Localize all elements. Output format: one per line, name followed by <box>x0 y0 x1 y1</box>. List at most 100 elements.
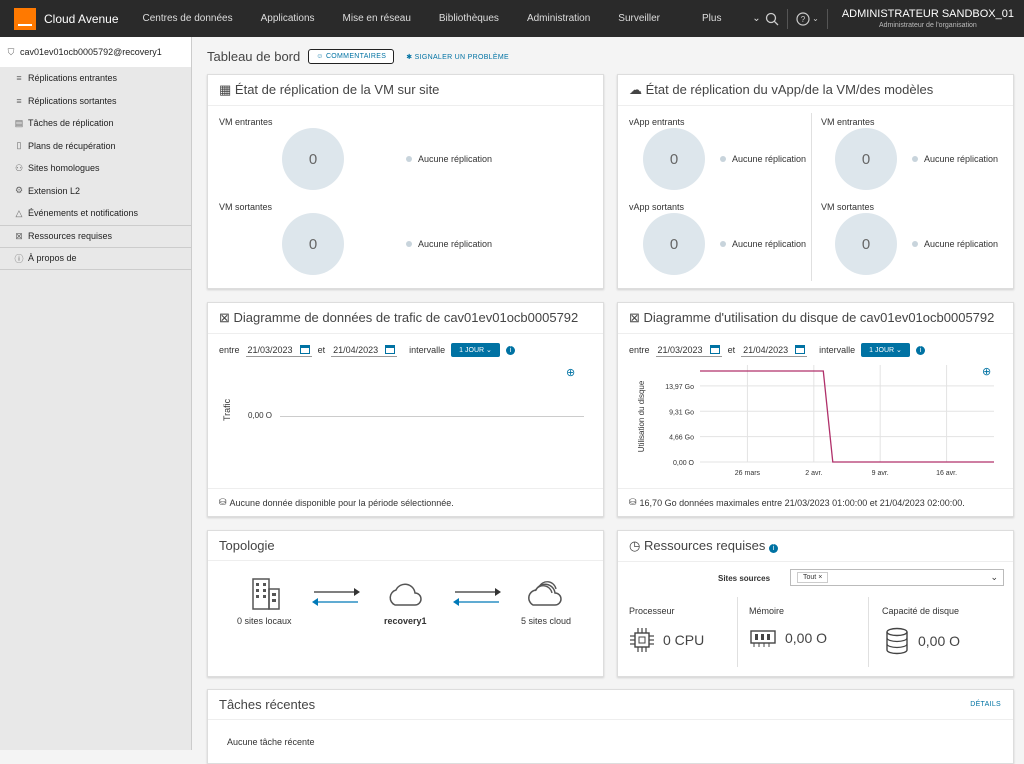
card-title: Topologie <box>208 531 603 561</box>
calendar-icon[interactable] <box>795 345 806 354</box>
info-icon: ⓘ <box>14 253 24 264</box>
sidebar-item-events[interactable]: △ Événements et notifications <box>0 202 191 225</box>
date-range: entre 21/03/2023 et 21/04/2023 intervall… <box>219 343 515 357</box>
vapp-replication-card: ☁ État de réplication du vApp/de la VM/d… <box>617 74 1014 289</box>
legend-item: Aucune réplication <box>720 154 806 164</box>
sidebar-item-outgoing-replications[interactable]: ≡ Réplications sortantes <box>0 90 191 113</box>
shield-check-icon: ⛉ <box>7 46 15 57</box>
cloud-icon <box>389 583 422 606</box>
sites-icon: ⚇ <box>14 162 24 173</box>
calendar-icon[interactable] <box>385 345 396 354</box>
y-axis-label: Utilisation du disque <box>637 380 646 452</box>
incoming-vm-label: VM entrantes <box>219 117 273 127</box>
cpu-value: 0 CPU <box>629 627 704 653</box>
baseline <box>280 416 584 417</box>
date-range: entre 21/03/2023 et 21/04/2023 intervall… <box>629 343 925 357</box>
legend-item: Aucune réplication <box>912 154 998 164</box>
topology-card: Topologie 0 sites locaux recovery1 5 sit… <box>207 530 604 677</box>
sidebar-item-about[interactable]: ⓘ À propos de <box>0 247 191 270</box>
chevron-down-icon[interactable]: ⌄ <box>990 572 998 583</box>
x-tick-label: 26 mars <box>735 470 761 477</box>
sync-arrows-icon <box>312 588 360 606</box>
sidebar-item-recovery-plans[interactable]: ▯ Plans de récupération <box>0 135 191 158</box>
nav-libraries[interactable]: Bibliothèques <box>425 13 513 24</box>
list-out-icon: ≡ <box>16 95 22 106</box>
outgoing-vapp-donut[interactable]: 0 <box>643 213 705 275</box>
comments-button[interactable]: ☺ COMMENTAIRES <box>308 49 395 64</box>
nav-administration[interactable]: Administration <box>513 13 604 24</box>
extension-icon: ⚙ <box>14 185 24 196</box>
info-icon[interactable]: i <box>915 345 925 355</box>
card-title: Diagramme de données de trafic de cav01e… <box>233 310 579 325</box>
vm-replication-card: ▦ État de réplication de la VM sur site … <box>207 74 604 289</box>
chevron-down-icon: ⌄ <box>812 14 819 23</box>
source-sites-label: Sites sources <box>718 574 771 583</box>
database-icon <box>886 627 908 655</box>
calendar-icon[interactable] <box>709 345 720 354</box>
nav-networking[interactable]: Mise en réseau <box>329 13 425 24</box>
close-icon[interactable]: × <box>818 574 822 581</box>
zoom-in-icon[interactable]: ⊕ <box>982 365 991 378</box>
multi-cloud-icon <box>528 581 562 606</box>
y-tick-label: 4,66 Go <box>669 435 694 442</box>
x-tick-label: 9 avr. <box>872 470 889 477</box>
y-axis-label: Trafic <box>222 398 232 421</box>
user-menu[interactable]: ADMINISTRATEUR SANDBOX_01 Administrateur… <box>836 8 1024 29</box>
incoming-vm-donut[interactable]: 0 <box>282 128 344 190</box>
info-icon[interactable]: i <box>505 345 515 355</box>
card-title: État de réplication du vApp/de la VM/des… <box>645 82 934 97</box>
disk-footer: ⛁ 16,70 Go données maximales entre 21/03… <box>618 488 1013 516</box>
storage-icon: ⛁ <box>219 497 227 507</box>
nav-monitor[interactable]: Surveiller <box>604 13 674 24</box>
nav-applications[interactable]: Applications <box>247 13 329 24</box>
start-date-field[interactable]: 21/03/2023 <box>245 344 312 357</box>
card-title: Tâches récentes <box>208 690 1013 720</box>
outgoing-vm-donut[interactable]: 0 <box>282 213 344 275</box>
interval-dropdown[interactable]: 1 JOUR ⌄ <box>861 343 910 357</box>
sidebar-item-site[interactable]: ⛉ cav01ev01ocb0005792@recovery1 <box>0 37 191 67</box>
main-nav: Centres de données Applications Mise en … <box>129 13 789 24</box>
sidebar-item-l2-extension[interactable]: ⚙ Extension L2 <box>0 180 191 203</box>
card-title: Ressources requises <box>643 538 766 553</box>
calendar-icon[interactable] <box>299 345 310 354</box>
end-date-field[interactable]: 21/04/2023 <box>741 344 808 357</box>
sidebar-item-incoming-replications[interactable]: ≡ Réplications entrantes <box>0 67 191 90</box>
app-name[interactable]: Cloud Avenue <box>44 12 119 26</box>
y-tick-label: 0,00 O <box>673 460 695 467</box>
traffic-footer: ⛁ Aucune donnée disponible pour la pério… <box>208 488 603 516</box>
y-tick-label: 0,00 O <box>248 411 273 420</box>
info-icon[interactable]: i <box>768 544 778 553</box>
sidebar-item-peer-sites[interactable]: ⚇ Sites homologues <box>0 157 191 180</box>
local-sites-label: 0 sites locaux <box>237 616 292 626</box>
sidebar-item-replication-tasks[interactable]: ▤ Tâches de réplication <box>0 112 191 135</box>
cloud-sync-icon: ☁ <box>629 82 642 97</box>
start-date-field[interactable]: 21/03/2023 <box>655 344 722 357</box>
nav-datacenters[interactable]: Centres de données <box>129 13 247 24</box>
y-tick-label: 13,97 Go <box>665 384 694 391</box>
clipboard-icon: ▤ <box>14 117 24 128</box>
chart-icon: ⊠ <box>629 310 640 325</box>
disk-capacity-label: Capacité de disque <box>882 606 960 616</box>
filter-tag[interactable]: Tout × <box>797 572 829 583</box>
end-date-field[interactable]: 21/04/2023 <box>331 344 398 357</box>
incoming-vapp-donut[interactable]: 0 <box>643 128 705 190</box>
details-link[interactable]: DÉTAILS <box>970 701 1001 708</box>
sidebar-item-required-resources[interactable]: ⊠ Ressources requises <box>0 224 191 248</box>
main-content: Tableau de bord ☺ COMMENTAIRES ✱ SIGNALE… <box>192 37 1024 764</box>
recovery-site-label: recovery1 <box>384 616 427 626</box>
y-tick-label: 9,31 Go <box>669 409 694 416</box>
incoming-vm-donut[interactable]: 0 <box>835 128 897 190</box>
search-icon[interactable] <box>765 12 779 26</box>
zoom-in-icon[interactable]: ⊕ <box>566 366 575 379</box>
memory-label: Mémoire <box>749 606 785 616</box>
report-issue-link[interactable]: ✱ SIGNALER UN PROBLÈME <box>406 53 509 61</box>
help-icon[interactable]: ? <box>796 11 810 26</box>
disk-usage-chart[interactable]: 0,00 O 4,66 Go 9,31 Go 13,97 Go 26 mars 2 avr… <box>618 359 1015 489</box>
source-sites-select[interactable]: Tout × ⌄ <box>790 569 1004 586</box>
disk-usage-series <box>700 370 994 463</box>
memory-icon <box>750 630 776 647</box>
bug-icon: ✱ <box>406 53 413 61</box>
interval-dropdown[interactable]: 1 JOUR ⌄ <box>451 343 500 357</box>
outgoing-vm-donut[interactable]: 0 <box>835 213 897 275</box>
chart-icon: ⊠ <box>219 310 230 325</box>
